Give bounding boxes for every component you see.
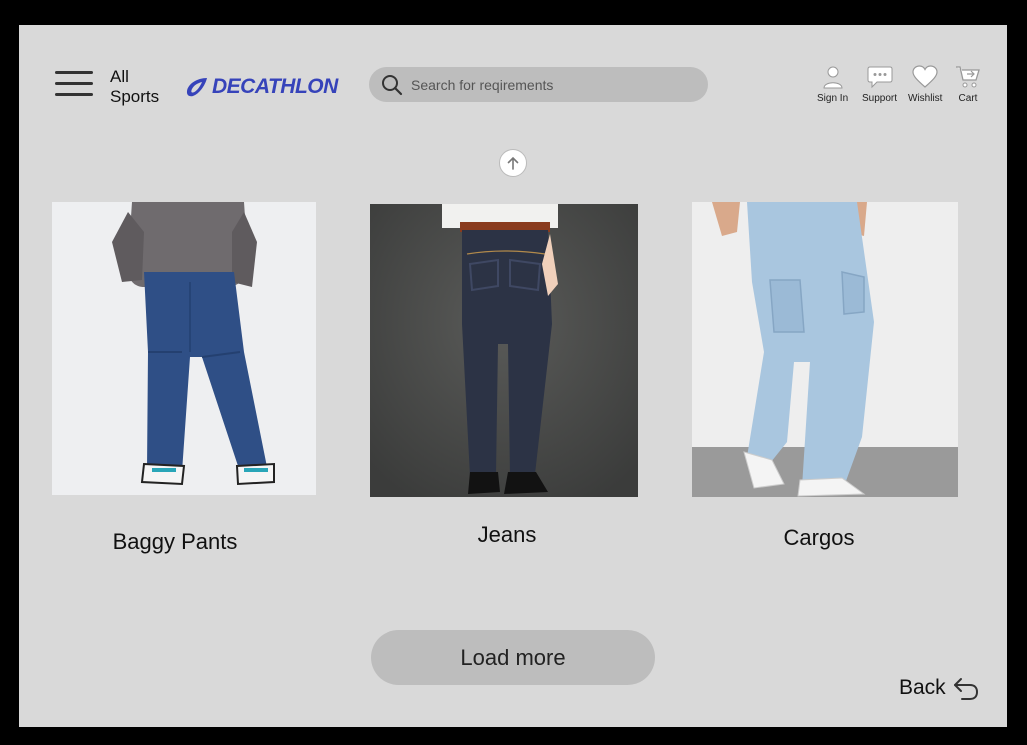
sign-in-label: Sign In xyxy=(817,93,849,104)
cart-button[interactable]: Cart xyxy=(955,65,981,104)
user-icon xyxy=(823,66,843,89)
sign-in-button[interactable]: Sign In xyxy=(817,65,848,104)
wishlist-label: Wishlist xyxy=(908,93,943,104)
logo-text: DECATHLON xyxy=(212,75,338,98)
chat-icon xyxy=(867,66,893,89)
support-label: Support xyxy=(862,93,898,104)
back-label: Back xyxy=(899,676,946,699)
decathlon-logo[interactable]: DECATHLON xyxy=(185,75,338,99)
product-name[interactable]: Cargos xyxy=(692,525,946,551)
cart-label: Cart xyxy=(958,93,978,104)
product-card-cargos[interactable]: Cargos xyxy=(692,202,959,557)
hamburger-menu-icon[interactable] xyxy=(55,71,93,99)
all-sports-label-line1: All xyxy=(110,67,129,86)
product-image-jeans xyxy=(370,204,638,497)
page-frame: All Sports DECATHLON Sign In Support xyxy=(19,25,1007,727)
search-bar[interactable] xyxy=(369,67,708,102)
product-card-jeans[interactable]: Jeans xyxy=(370,204,639,554)
load-more-button[interactable]: Load more xyxy=(371,630,655,685)
support-button[interactable]: Support xyxy=(862,65,897,104)
scroll-up-button[interactable] xyxy=(499,149,527,177)
all-sports-link[interactable]: All Sports xyxy=(110,67,159,107)
cargos-photo xyxy=(692,202,958,497)
logo-swoosh-icon xyxy=(186,78,207,97)
search-icon xyxy=(382,74,403,95)
return-arrow-icon xyxy=(953,678,978,700)
wishlist-button[interactable]: Wishlist xyxy=(908,65,942,104)
jeans-photo xyxy=(370,204,638,497)
all-sports-label-line2: Sports xyxy=(110,87,160,106)
product-card-baggy-pants[interactable]: Baggy Pants xyxy=(52,202,317,562)
product-name[interactable]: Jeans xyxy=(370,522,644,548)
baggy-pants-photo xyxy=(112,202,275,486)
product-name[interactable]: Baggy Pants xyxy=(52,529,298,555)
cart-icon xyxy=(956,66,980,88)
heart-icon xyxy=(912,65,938,88)
search-input[interactable] xyxy=(409,75,693,94)
back-button[interactable]: Back xyxy=(899,675,980,701)
arrow-up-icon xyxy=(507,156,519,170)
product-image-baggy-pants xyxy=(52,202,316,495)
product-image-cargos xyxy=(692,202,958,497)
